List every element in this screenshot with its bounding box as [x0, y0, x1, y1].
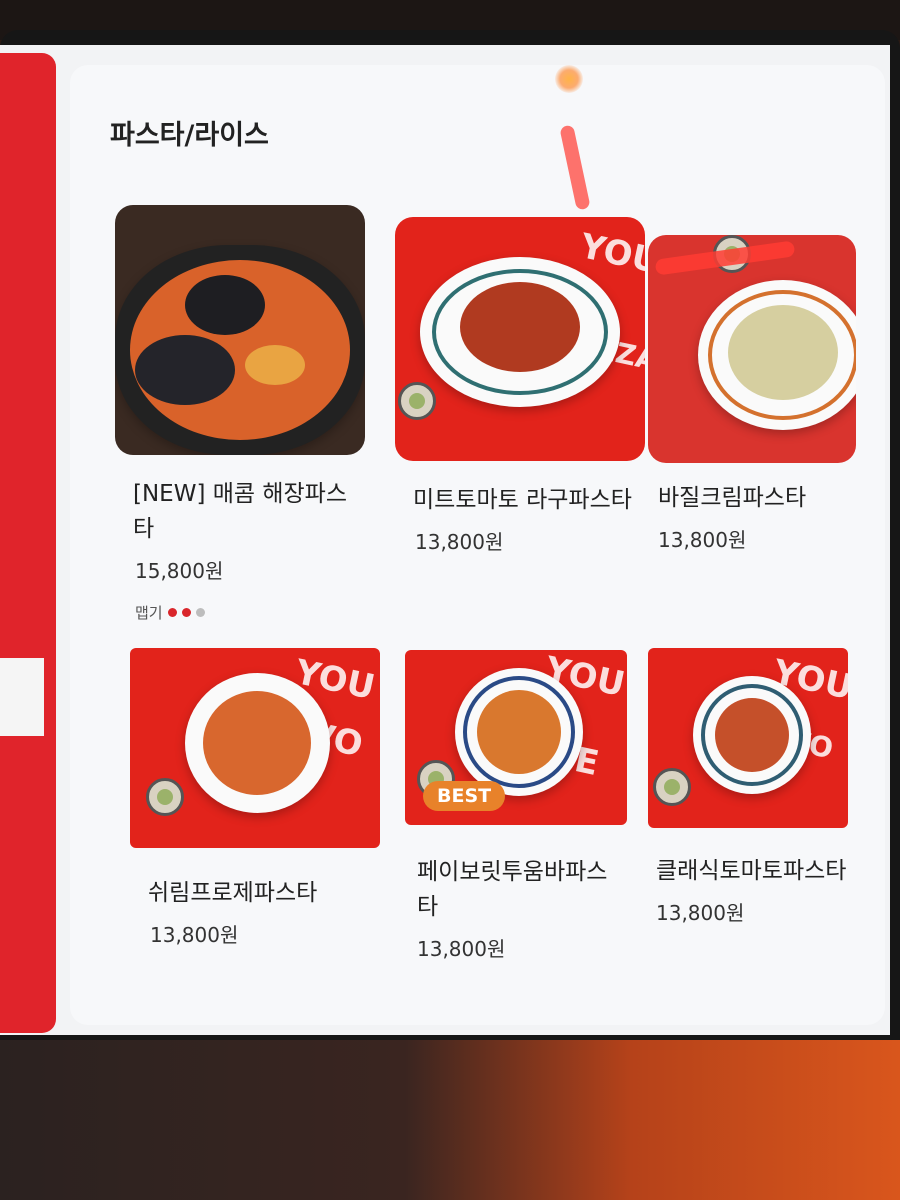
menu-card[interactable]: [NEW] 매콤 해장파스타 15,800원 맵기: [115, 205, 365, 623]
menu-price: 13,800원: [658, 528, 747, 552]
menu-photo-ragu-pasta[interactable]: YOU IZZA: [395, 217, 645, 461]
menu-photo-spicy-pasta[interactable]: [115, 205, 365, 455]
menu-price: 13,800원: [415, 530, 504, 554]
plate-image: [185, 673, 330, 813]
spicy-label: 맵기: [135, 604, 163, 622]
plate-image: [455, 668, 583, 796]
spicy-dot: [195, 608, 205, 617]
side-dish-image: [713, 235, 751, 273]
watermark: YOU: [576, 226, 645, 282]
menu-name: 쉬림프로제파스타: [148, 880, 318, 906]
menu-name: 바질크림파스타: [658, 485, 807, 511]
section-title: 파스타/라이스: [110, 120, 269, 151]
menu-card[interactable]: YOU VO 클래식토마토파스타 13,800원: [648, 648, 848, 926]
menu-name: [NEW] 매콤 해장파스타: [133, 481, 348, 542]
menu-name: 클래식토마토파스타: [656, 858, 847, 884]
menu-card[interactable]: YOU VO 쉬림프로제파스타 13,800원: [130, 648, 380, 948]
menu-photo-classic-tomato-pasta[interactable]: YOU VO: [648, 648, 848, 828]
spicy-indicator: 맵기: [115, 602, 365, 623]
category-sidebar[interactable]: [0, 53, 56, 1033]
kiosk-screen: 파스타/라이스 [NEW] 매콤 해장파스타 15,800원 맵기 YOU 미트…: [0, 45, 890, 1035]
plate-image: [698, 280, 856, 430]
best-badge: BEST: [423, 781, 506, 811]
spicy-dot: [181, 608, 191, 617]
environment-bottom: [0, 1040, 900, 1200]
plate-image: [693, 676, 811, 794]
category-sidebar-selected[interactable]: [0, 658, 44, 736]
menu-price: 13,800원: [150, 923, 239, 947]
plate-image: [420, 257, 620, 407]
side-dish-image: [398, 382, 436, 420]
menu-card[interactable]: YOU IZZA 미트토마토 라구파스타 13,800원: [395, 217, 645, 555]
menu-card[interactable]: YOU E BEST 페이보릿투움바파스타 13,800원: [405, 650, 627, 962]
side-dish-image: [146, 778, 184, 816]
pot-image: [115, 245, 365, 455]
menu-name: 페이보릿투움바파스타: [417, 859, 608, 920]
menu-price: 13,800원: [417, 937, 506, 961]
menu-panel: 파스타/라이스 [NEW] 매콤 해장파스타 15,800원 맵기 YOU 미트…: [70, 65, 885, 1025]
menu-price: 15,800원: [135, 559, 224, 583]
menu-name: 미트토마토 라구파스타: [413, 487, 632, 513]
menu-photo-basil-cream-pasta[interactable]: [648, 235, 856, 463]
spicy-dot: [167, 608, 177, 617]
menu-card[interactable]: 바질크림파스타 13,800원: [648, 235, 856, 553]
menu-photo-favorite-tuumba-pasta[interactable]: YOU E BEST: [405, 650, 627, 825]
side-dish-image: [653, 768, 691, 806]
menu-photo-shrimp-rose-pasta[interactable]: YOU VO: [130, 648, 380, 848]
menu-price: 13,800원: [656, 901, 745, 925]
